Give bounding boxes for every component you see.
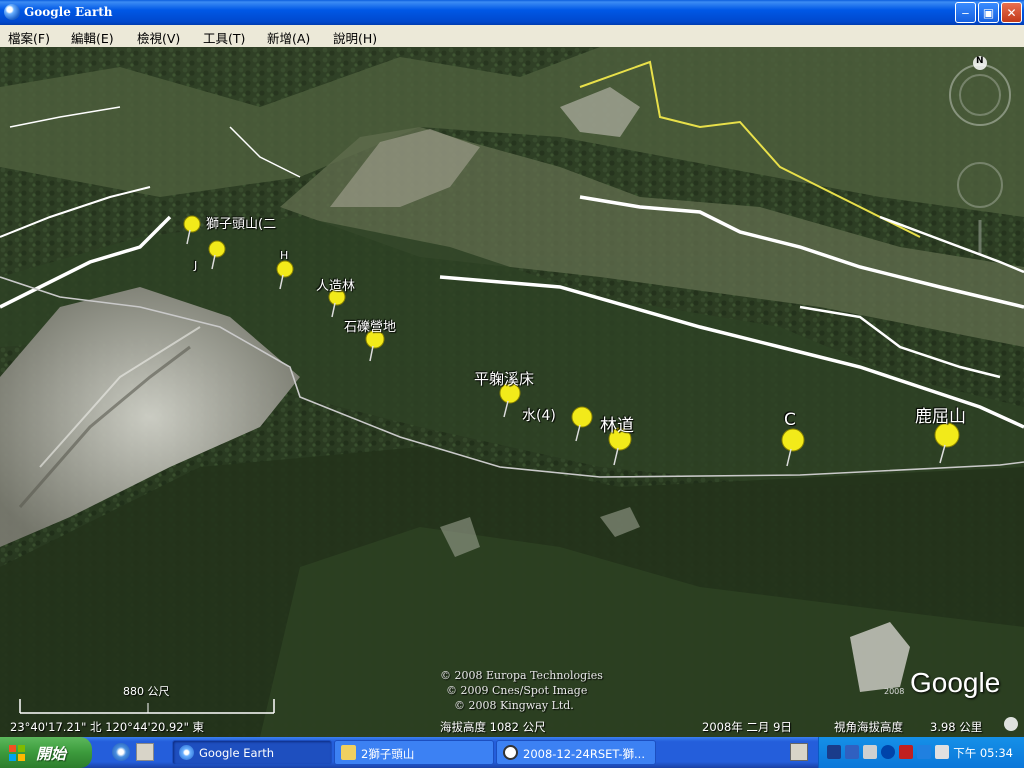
scale-bar: [19, 699, 275, 714]
network-icon[interactable]: [827, 745, 841, 759]
eye-altitude-value: 3.98 公里: [930, 720, 983, 734]
menu-help[interactable]: 說明(H): [333, 28, 377, 47]
coordinates-readout: 23°40'17.21" 北 120°44'20.92" 東: [10, 720, 205, 734]
terrain-imagery: [0, 47, 1024, 737]
placemark-label[interactable]: 水(4): [522, 405, 556, 425]
taskbar-item-browser[interactable]: 2008-12-24RSET-獅...: [496, 740, 656, 765]
volume-icon[interactable]: [935, 745, 949, 759]
keyboard-icon[interactable]: [790, 743, 808, 761]
taskbar-item-google-earth[interactable]: Google Earth: [172, 740, 332, 765]
taskbar-item-folder[interactable]: 2獅子頭山: [334, 740, 494, 765]
folder-icon: [341, 745, 356, 760]
placemark-label[interactable]: 鹿屈山: [915, 402, 966, 427]
window-title: Google Earth: [24, 5, 113, 19]
start-button[interactable]: 開始: [0, 737, 92, 768]
streaming-icon: [1004, 717, 1018, 731]
placemark-label[interactable]: 獅子頭山(二: [206, 213, 276, 232]
copyright-line: © 2009 Cnes/Spot Image: [446, 684, 588, 697]
tray-app-icon[interactable]: [917, 745, 931, 759]
google-logo: Google: [910, 667, 1001, 698]
google-earth-icon: [4, 4, 20, 20]
task-label: 2獅子頭山: [361, 747, 415, 761]
windows-flag-icon: [9, 745, 25, 761]
navigation-controls[interactable]: [940, 55, 1020, 255]
menu-bar: 檔案(F) 編輯(E) 檢視(V) 工具(T) 新增(A) 說明(H): [0, 25, 1024, 48]
menu-edit[interactable]: 編輯(E): [71, 28, 114, 47]
placemark-label[interactable]: 平躹溪床: [474, 368, 534, 389]
browser-icon: [503, 745, 518, 760]
tray-app-icon[interactable]: [863, 745, 877, 759]
monitor-icon[interactable]: [845, 745, 859, 759]
windows-taskbar: 開始 Google Earth 2獅子頭山 2008-12-24RSET-獅..…: [0, 737, 1024, 768]
google-earth-icon: [179, 745, 194, 760]
start-label: 開始: [36, 745, 67, 763]
placemark-label[interactable]: C: [784, 410, 796, 430]
placemark-label[interactable]: J: [194, 259, 197, 272]
security-icon[interactable]: [899, 745, 913, 759]
placemark-label[interactable]: 石礫營地: [344, 316, 396, 335]
menu-add[interactable]: 新增(A): [267, 28, 310, 47]
system-tray: 下午 05:34: [818, 737, 1024, 768]
placemark-label[interactable]: 林道: [600, 411, 634, 436]
show-desktop-icon[interactable]: [136, 743, 154, 761]
elevation-readout: 海拔高度 1082 公尺: [440, 720, 546, 734]
ie-icon[interactable]: [112, 743, 130, 761]
menu-file[interactable]: 檔案(F): [8, 28, 50, 47]
copyright-line: © 2008 Europa Technologies: [440, 669, 603, 682]
north-label: N: [976, 56, 984, 66]
maximize-button[interactable]: ▣: [978, 2, 999, 23]
copyright-line: © 2008 Kingway Ltd.: [454, 699, 574, 712]
task-label: Google Earth: [199, 746, 275, 760]
taskbar-clock[interactable]: 下午 05:34: [953, 745, 1013, 761]
close-button[interactable]: ✕: [1001, 2, 1022, 23]
menu-view[interactable]: 檢視(V): [137, 28, 180, 47]
menu-tools[interactable]: 工具(T): [203, 28, 245, 47]
media-icon[interactable]: [881, 745, 895, 759]
task-label: 2008-12-24RSET-獅...: [523, 747, 645, 761]
imagery-date: 2008年 二月 9日: [702, 720, 792, 734]
logo-year: 2008: [884, 687, 905, 696]
earth-3d-view[interactable]: N 獅子頭山(二 J H 人造林 石礫營地 平躹溪床 水(4) 林道 C 鹿屈山…: [0, 47, 1024, 737]
eye-altitude-label: 視角海拔高度: [834, 720, 903, 734]
placemark-label[interactable]: H: [280, 249, 288, 262]
placemark-label[interactable]: 人造林: [316, 275, 355, 294]
window-title-bar[interactable]: Google Earth ‒ ▣ ✕: [0, 0, 1024, 25]
minimize-button[interactable]: ‒: [955, 2, 976, 23]
